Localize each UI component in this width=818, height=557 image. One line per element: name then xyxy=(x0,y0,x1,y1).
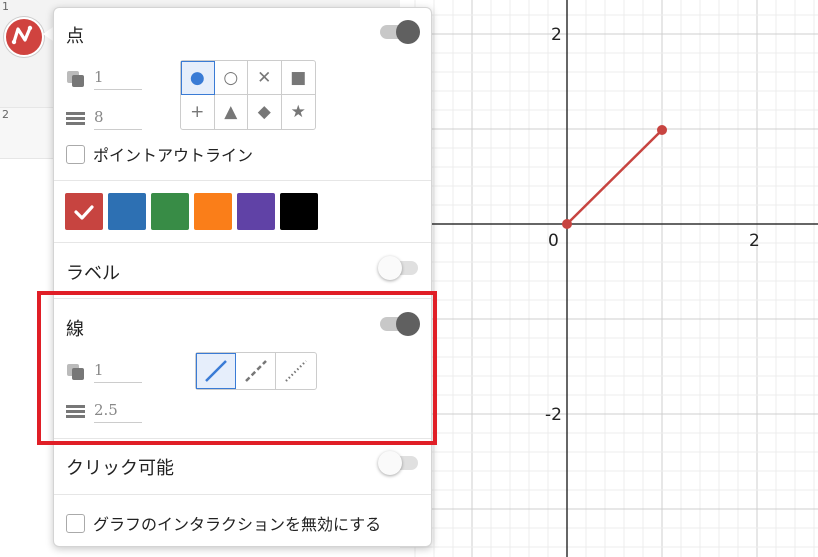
plotted-segment xyxy=(562,125,667,229)
point-style-star[interactable]: ★ xyxy=(282,95,316,129)
color-swatch-orange[interactable] xyxy=(194,193,232,230)
point-style-open-circle[interactable]: ○ xyxy=(214,61,248,95)
divider xyxy=(54,242,431,243)
clickable-toggle[interactable] xyxy=(378,451,418,475)
point-outline-checkbox[interactable] xyxy=(66,144,85,164)
label-section-title: ラベル xyxy=(66,263,120,284)
popup-pointer xyxy=(43,27,53,41)
y-tick-label: 2 xyxy=(551,25,562,45)
size-icon xyxy=(66,110,86,130)
segment-start-point xyxy=(562,219,572,229)
clickable-section-title: クリック可能 xyxy=(66,458,174,479)
point-style-triangle[interactable]: ▲ xyxy=(215,95,248,129)
point-outline-label: ポイントアウトライン xyxy=(93,146,254,165)
expression-index: 2 xyxy=(2,108,9,121)
disable-interaction-checkbox[interactable] xyxy=(66,513,85,533)
segment-end-point xyxy=(657,125,667,135)
color-palette xyxy=(65,193,318,230)
point-style-plus[interactable]: + xyxy=(181,95,215,129)
point-style-picker: ● ○ ✕ ■ + ▲ ◆ ★ xyxy=(180,60,316,130)
toggle-knob xyxy=(396,20,420,44)
point-style-filled-circle[interactable]: ● xyxy=(181,61,215,95)
toggle-knob xyxy=(378,451,402,475)
y-tick-label: -2 xyxy=(545,405,562,425)
tick-labels: 0 2 2 -2 xyxy=(545,25,760,425)
divider xyxy=(54,494,431,495)
color-swatch-blue[interactable] xyxy=(108,193,146,230)
checkmark-icon xyxy=(74,204,94,220)
opacity-icon xyxy=(66,70,86,92)
divider xyxy=(54,180,431,181)
app-logo-icon[interactable] xyxy=(4,17,44,57)
color-swatch-red[interactable] xyxy=(65,193,103,230)
point-style-diamond[interactable]: ◆ xyxy=(248,95,282,129)
point-section-title: 点 xyxy=(66,26,84,47)
highlight-frame xyxy=(37,291,437,445)
toggle-knob xyxy=(378,256,402,280)
point-opacity-value[interactable]: 1 xyxy=(94,68,142,90)
graph-grid xyxy=(400,0,818,557)
color-swatch-purple[interactable] xyxy=(237,193,275,230)
disable-interaction-label: グラフのインタラクションを無効にする xyxy=(93,515,382,534)
point-outline-option[interactable]: ポイントアウトライン xyxy=(66,142,253,166)
segment-line xyxy=(566,129,663,225)
style-settings-popup: 点 1 8 ● ○ ✕ ■ + ▲ ◆ ★ ポイントアウトライン ラベル 線 1… xyxy=(53,7,432,547)
point-style-square[interactable]: ■ xyxy=(281,61,315,95)
x-tick-label: 2 xyxy=(749,231,760,251)
disable-interaction-option[interactable]: グラフのインタラクションを無効にする xyxy=(66,511,381,535)
color-swatch-black[interactable] xyxy=(280,193,318,230)
x-tick-label: 0 xyxy=(548,231,559,251)
axes xyxy=(400,0,818,557)
point-size-value[interactable]: 8 xyxy=(94,108,142,130)
graph-canvas[interactable]: 0 2 2 -2 xyxy=(400,0,818,557)
label-toggle[interactable] xyxy=(378,256,418,280)
point-toggle[interactable] xyxy=(380,20,420,44)
expression-index: 1 xyxy=(2,0,9,13)
color-swatch-green[interactable] xyxy=(151,193,189,230)
point-style-cross[interactable]: ✕ xyxy=(248,61,282,95)
